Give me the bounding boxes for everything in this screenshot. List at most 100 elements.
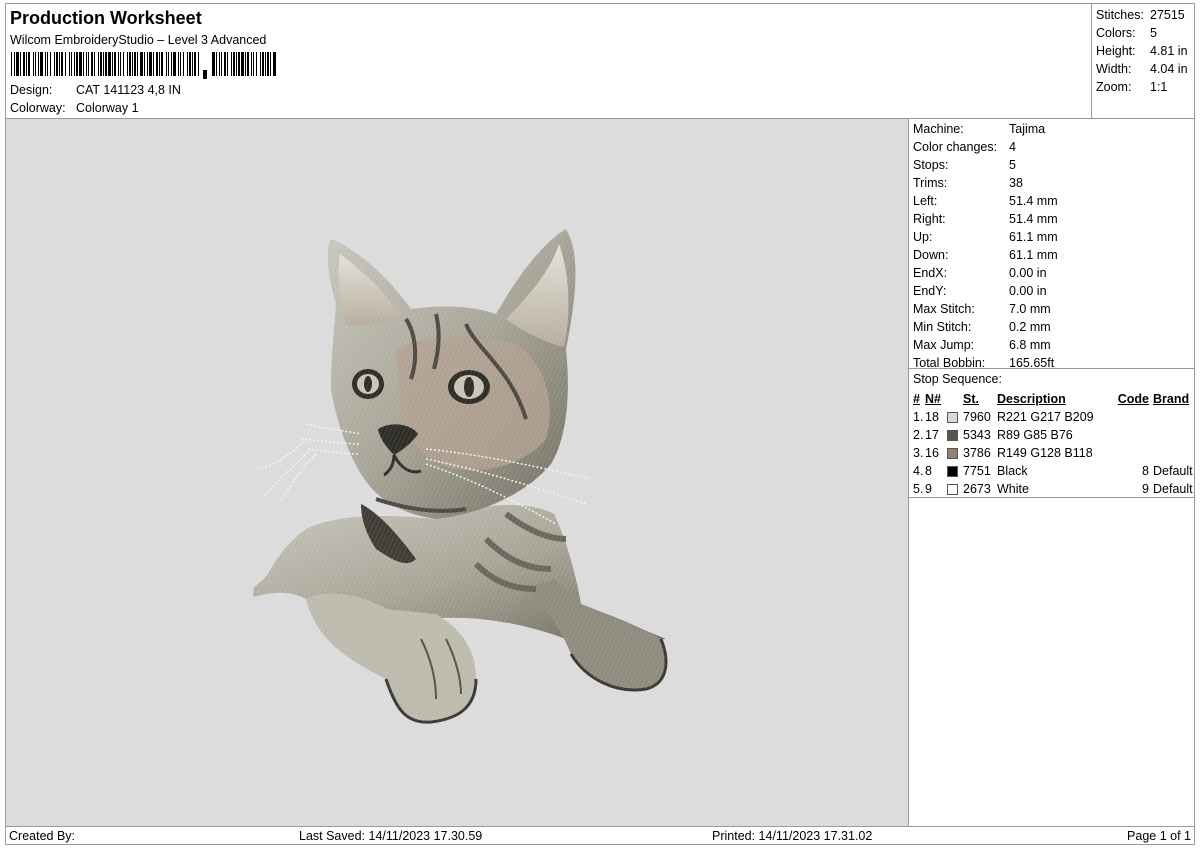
- machine-value: 61.1 mm: [1009, 248, 1058, 262]
- design-label: Design:: [10, 83, 53, 97]
- table-row: 5. 9 2673 White 9 Default: [909, 480, 1194, 498]
- printed-date: Printed: 14/11/2023 17.31.02: [712, 829, 873, 843]
- table-row: 1. 18 7960 R221 G217 B209: [909, 408, 1194, 426]
- stat-value: 5: [1150, 26, 1157, 40]
- worksheet-header: Production Worksheet Wilcom EmbroiderySt…: [6, 4, 1091, 119]
- barcode-image: [11, 52, 276, 79]
- machine-value: 5: [1009, 158, 1016, 172]
- col-index-header: #: [913, 392, 920, 406]
- machine-value: Tajima: [1009, 122, 1046, 136]
- machine-row: Left: 51.4 mm: [913, 192, 1194, 210]
- machine-label: Right:: [913, 212, 946, 226]
- machine-label: Stops:: [913, 158, 949, 172]
- embroidery-cat-image: [253, 229, 668, 724]
- machine-row: Color changes: 4: [913, 138, 1194, 156]
- design-stats: Stitches: 27515 Colors: 5 Height: 4.81 in W…: [1091, 4, 1194, 119]
- cell-needle: 17: [925, 428, 939, 442]
- stat-row: Zoom: 1:1: [1096, 78, 1194, 96]
- machine-label: Max Jump:: [913, 338, 975, 352]
- cell-brand: [1149, 426, 1194, 444]
- cell-stitches: 2673: [963, 482, 991, 496]
- cell-description: Black: [997, 464, 1028, 478]
- cell-index: 2.: [913, 428, 924, 442]
- cell-description: R149 G128 B118: [997, 446, 1093, 460]
- machine-label: Min Stitch:: [913, 320, 972, 334]
- stat-row: Height: 4.81 in: [1096, 42, 1194, 60]
- machine-label: Machine:: [913, 122, 964, 136]
- stop-sequence-title: Stop Sequence:: [913, 372, 1002, 386]
- machine-label: Trims:: [913, 176, 948, 190]
- machine-value: 7.0 mm: [1009, 302, 1051, 316]
- machine-value: 51.4 mm: [1009, 212, 1058, 226]
- last-saved: Last Saved: 14/11/2023 17.30.59: [299, 829, 483, 843]
- cell-index: 4.: [913, 464, 924, 478]
- stat-value: 27515: [1150, 8, 1185, 22]
- col-description-header: Description: [997, 392, 1066, 406]
- cell-code: 9: [1142, 482, 1149, 496]
- machine-label: Max Stitch:: [913, 302, 975, 316]
- machine-label: Up:: [913, 230, 933, 244]
- cell-swatch: [947, 480, 963, 498]
- stat-row: Colors: 5: [1096, 24, 1194, 42]
- machine-row: Max Stitch: 7.0 mm: [913, 300, 1194, 318]
- cell-code: [1107, 408, 1149, 426]
- colorway-value: Colorway 1: [76, 101, 139, 115]
- table-header-row: # N# St. Description Code Brand: [909, 390, 1194, 408]
- table-row: 4. 8 7751 Black 8 Default: [909, 462, 1194, 480]
- machine-label: EndX:: [913, 266, 948, 280]
- cell-needle: 9: [925, 482, 932, 496]
- stop-sequence-table: # N# St. Description Code Brand 1. 18 7960…: [909, 390, 1194, 498]
- stat-value: 4.81 in: [1150, 44, 1188, 58]
- stop-sequence: Stop Sequence: # N# St. Description Code…: [909, 368, 1194, 498]
- cell-description: R221 G217 B209: [997, 410, 1094, 424]
- cell-swatch: [947, 426, 963, 444]
- cell-index: 3.: [913, 446, 924, 460]
- worksheet: Production Worksheet Wilcom EmbroiderySt…: [5, 3, 1195, 845]
- design-preview: [6, 119, 909, 826]
- machine-row: Right: 51.4 mm: [913, 210, 1194, 228]
- machine-row: Min Stitch: 0.2 mm: [913, 318, 1194, 336]
- page-number: Page 1 of 1: [1127, 829, 1191, 843]
- color-swatch: [947, 484, 958, 496]
- page-title: Production Worksheet: [10, 8, 202, 28]
- stat-label: Colors:: [1096, 26, 1136, 40]
- machine-value: 61.1 mm: [1009, 230, 1058, 244]
- cell-needle: 18: [925, 410, 939, 424]
- col-needle-header: N#: [925, 392, 941, 406]
- machine-label: Down:: [913, 248, 949, 262]
- cell-stitches: 7751: [963, 464, 991, 478]
- stat-value: 4.04 in: [1150, 62, 1188, 76]
- stat-label: Height:: [1096, 44, 1136, 58]
- color-swatch: [947, 412, 958, 424]
- col-swatch-header: [947, 390, 963, 408]
- colorway-row: Colorway: Colorway 1: [10, 101, 139, 115]
- machine-row: Max Jump: 6.8 mm: [913, 336, 1194, 354]
- col-brand-header: Brand: [1153, 392, 1190, 406]
- table-row: 3. 16 3786 R149 G128 B118: [909, 444, 1194, 462]
- cell-stitches: 5343: [963, 428, 991, 442]
- design-value: CAT 141123 4,8 IN: [76, 83, 181, 97]
- col-code-header: Code: [1117, 392, 1149, 406]
- cell-stitches: 7960: [963, 410, 991, 424]
- created-by: Created By:: [9, 829, 76, 843]
- cell-brand: Default: [1153, 482, 1193, 496]
- color-swatch: [947, 466, 958, 478]
- machine-label: Color changes:: [913, 140, 998, 154]
- machine-label: EndY:: [913, 284, 947, 298]
- machine-info: Machine: Tajima Color changes: 4 Stops: 5 T…: [909, 119, 1194, 372]
- machine-row: Up: 61.1 mm: [913, 228, 1194, 246]
- cell-needle: 8: [925, 464, 932, 478]
- cell-swatch: [947, 444, 963, 462]
- stat-label: Stitches:: [1096, 8, 1144, 22]
- machine-row: Down: 61.1 mm: [913, 246, 1194, 264]
- colorway-label: Colorway:: [10, 101, 66, 115]
- stat-label: Width:: [1096, 62, 1132, 76]
- machine-label: Left:: [913, 194, 938, 208]
- cell-brand: [1149, 408, 1194, 426]
- cell-code: [1107, 426, 1149, 444]
- stat-value: 1:1: [1150, 80, 1168, 94]
- cell-needle: 16: [925, 446, 939, 460]
- table-row: 2. 17 5343 R89 G85 B76: [909, 426, 1194, 444]
- cell-brand: [1149, 444, 1194, 462]
- cell-stitches: 3786: [963, 446, 991, 460]
